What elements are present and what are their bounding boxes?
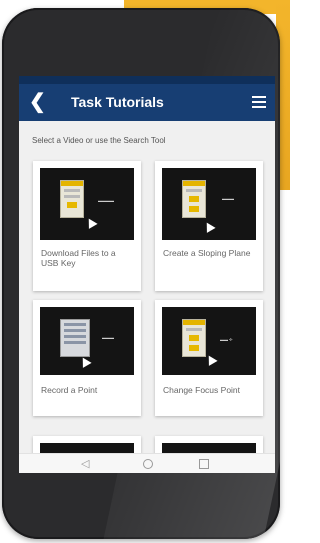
page-subtitle: Select a Video or use the Search Tool bbox=[32, 136, 166, 145]
cursor-icon bbox=[202, 220, 216, 233]
thumbnail-caption: ▬▬ ✣ bbox=[220, 337, 233, 342]
thumbnail-caption: ▬▬▬ bbox=[222, 196, 234, 201]
tutorial-card-download-files[interactable]: ▬▬▬▬ Download Files to a USB Key bbox=[33, 161, 141, 291]
tutorial-card-record-point[interactable]: ▬▬▬ Record a Point bbox=[33, 300, 141, 416]
nav-back-icon[interactable]: ◁ bbox=[81, 457, 89, 470]
device-screen-illustration bbox=[60, 319, 90, 357]
device-screen-illustration bbox=[182, 180, 206, 218]
card-label: Create a Sloping Plane bbox=[163, 248, 251, 258]
back-button[interactable]: ❮ bbox=[29, 91, 49, 113]
video-thumbnail: ▬▬▬ bbox=[40, 307, 134, 375]
device-screen-illustration bbox=[182, 319, 206, 357]
cursor-icon bbox=[204, 353, 218, 366]
cursor-icon bbox=[84, 216, 98, 229]
nav-recents-icon[interactable] bbox=[199, 459, 209, 469]
card-label: Download Files to a USB Key bbox=[41, 248, 116, 268]
tutorial-card-change-focus-point[interactable]: ▬▬ ✣ Change Focus Point bbox=[155, 300, 263, 416]
cursor-icon bbox=[78, 355, 92, 368]
android-nav-bar: ◁ bbox=[19, 453, 275, 473]
video-thumbnail: ▬▬ ✣ bbox=[162, 307, 256, 375]
page-title: Task Tutorials bbox=[71, 94, 164, 110]
thumbnail-caption: ▬▬▬ bbox=[102, 335, 114, 340]
hamburger-menu-icon[interactable] bbox=[252, 96, 266, 108]
app-header: ❮ Task Tutorials bbox=[19, 84, 275, 121]
card-label: Change Focus Point bbox=[163, 385, 241, 395]
video-thumbnail: ▬▬▬ bbox=[162, 168, 256, 240]
card-label: Record a Point bbox=[41, 385, 98, 395]
tutorial-card-sloping-plane[interactable]: ▬▬▬ Create a Sloping Plane bbox=[155, 161, 263, 291]
nav-home-icon[interactable] bbox=[143, 459, 153, 469]
video-thumbnail: ▬▬▬▬ bbox=[40, 168, 134, 240]
device-screen-illustration bbox=[60, 180, 84, 218]
thumbnail-caption: ▬▬▬▬ bbox=[98, 198, 114, 203]
status-bar bbox=[19, 76, 275, 84]
phone-screen: ❮ Task Tutorials Select a Video or use t… bbox=[19, 76, 275, 473]
